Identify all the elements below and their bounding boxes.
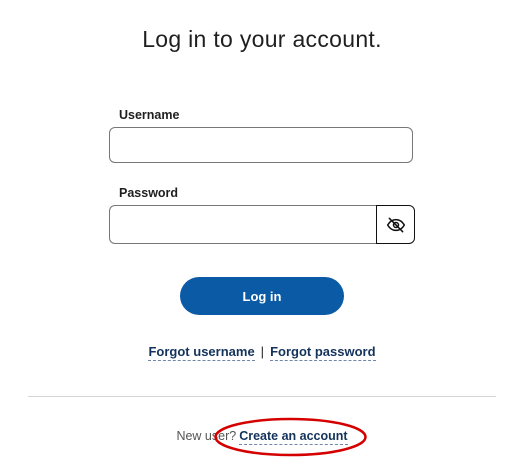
show-password-toggle[interactable] — [376, 205, 415, 244]
new-user-prompt: New user? — [176, 429, 237, 443]
divider — [28, 396, 496, 397]
links-separator: | — [260, 344, 265, 359]
password-input[interactable] — [109, 205, 377, 244]
password-label: Password — [119, 186, 179, 200]
username-input[interactable] — [109, 127, 413, 163]
login-page: Log in to your account. Username Passwor… — [0, 0, 512, 462]
create-account-link[interactable]: Create an account — [239, 429, 348, 445]
login-button[interactable]: Log in — [180, 277, 344, 315]
eye-slash-icon — [386, 217, 405, 232]
password-field-group — [109, 205, 415, 244]
page-title: Log in to your account. — [142, 26, 382, 52]
username-label: Username — [119, 108, 180, 122]
signup-row: New user? Create an account — [0, 429, 512, 445]
forgot-username-link[interactable]: Forgot username — [148, 344, 255, 361]
recovery-links: Forgot username | Forgot password — [0, 344, 512, 361]
forgot-password-link[interactable]: Forgot password — [270, 344, 376, 361]
